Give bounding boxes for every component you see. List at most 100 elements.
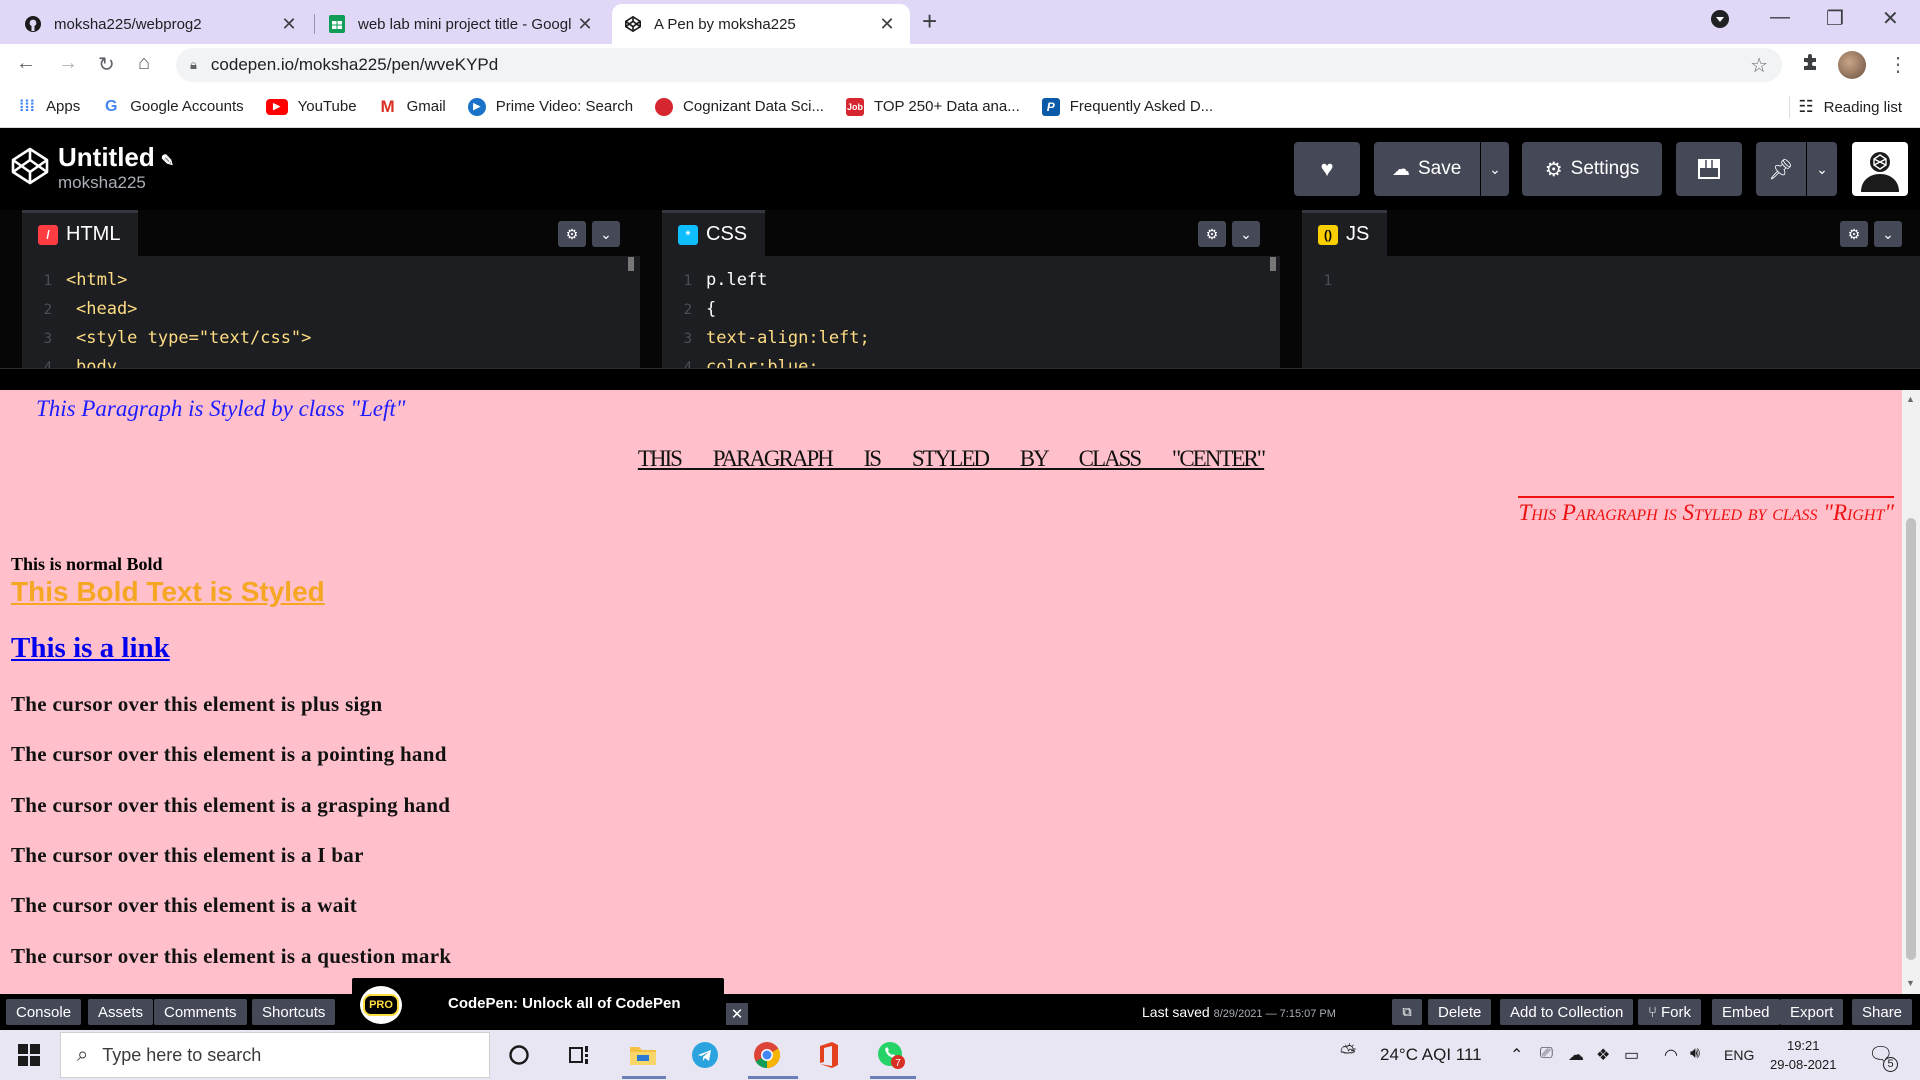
pane-collapse-button[interactable]: ⌄ <box>1874 221 1902 247</box>
add-to-collection-button[interactable]: Add to Collection <box>1500 999 1634 1025</box>
promo-close-icon[interactable]: ✕ <box>726 1003 748 1025</box>
cursor-text-text[interactable]: The cursor over this element is a I bar <box>11 843 364 868</box>
bookmark-faq[interactable]: P Frequently Asked D... <box>1041 97 1213 116</box>
assets-button[interactable]: Assets <box>88 999 154 1025</box>
weather-icon[interactable]: ⛅︎ <box>1340 1042 1356 1065</box>
bookmark-cognizant[interactable]: Cognizant Data Sci... <box>655 97 824 116</box>
cortana-icon[interactable] <box>502 1038 536 1072</box>
show-hidden-icons-chevron-up-icon[interactable]: ⌃ <box>1510 1045 1523 1065</box>
address-bar[interactable]: 🔒︎ codepen.io/moksha225/pen/wveKYPd ☆ <box>176 48 1782 82</box>
close-window-icon[interactable]: ✕ <box>1882 6 1899 31</box>
reload-icon[interactable]: ↻ <box>98 52 115 77</box>
home-icon[interactable]: ⌂ <box>138 52 150 75</box>
codepen-logo-icon[interactable] <box>10 146 50 186</box>
pin-button[interactable]: 📌︎ <box>1756 142 1806 196</box>
browser-tab-active[interactable]: A Pen by moksha225 ✕ <box>612 4 910 44</box>
close-tab-icon[interactable]: ✕ <box>574 14 596 35</box>
telegram-icon[interactable] <box>688 1038 722 1072</box>
dropbox-icon[interactable]: ❖ <box>1596 1045 1610 1065</box>
pane-settings-button[interactable]: ⚙ <box>1198 221 1226 247</box>
close-tab-icon[interactable]: ✕ <box>278 14 300 35</box>
layout-button[interactable] <box>1676 142 1742 196</box>
scroll-up-icon[interactable]: ▲ <box>1906 394 1915 404</box>
system-clock[interactable]: 19:21 29-08-2021 <box>1770 1036 1837 1074</box>
forward-icon[interactable]: → <box>58 52 78 75</box>
console-button[interactable]: Console <box>6 999 82 1025</box>
pro-promo-banner[interactable]: PRO CodePen: Unlock all of CodePen <box>352 978 724 1030</box>
battery-icon[interactable]: ▭ <box>1624 1045 1639 1065</box>
export-button[interactable]: Export <box>1780 999 1844 1025</box>
bookmark-star-icon[interactable]: ☆ <box>1750 53 1768 78</box>
task-view-icon[interactable] <box>564 1038 598 1072</box>
onedrive-icon[interactable]: ☁ <box>1568 1045 1584 1065</box>
settings-button[interactable]: ⚙ Settings <box>1522 142 1662 196</box>
pencil-icon[interactable]: ✎ <box>161 153 174 170</box>
bookmark-gmail[interactable]: M Gmail <box>379 97 445 116</box>
whatsapp-icon[interactable]: 7 <box>874 1038 908 1072</box>
office-icon[interactable] <box>812 1038 846 1072</box>
back-icon[interactable]: ← <box>16 52 36 75</box>
restore-icon[interactable]: ❐ <box>1826 6 1844 31</box>
browser-tab[interactable]: web lab mini project title - Googl ✕ <box>316 4 608 44</box>
minimize-icon[interactable]: — <box>1770 6 1790 29</box>
wifi-icon[interactable]: ◠ <box>1664 1045 1678 1065</box>
scrollbar-thumb[interactable] <box>1906 518 1916 960</box>
cursor-grab-text[interactable]: The cursor over this element is a graspi… <box>11 793 450 818</box>
weather-text[interactable]: 24°C AQI 111 <box>1380 1045 1482 1065</box>
browser-tab[interactable]: moksha225/webprog2 ✕ <box>12 4 312 44</box>
comments-button[interactable]: Comments <box>154 999 247 1025</box>
scroll-down-icon[interactable]: ▼ <box>1906 978 1915 988</box>
js-tab[interactable]: () JS <box>1302 210 1388 256</box>
bookmark-youtube[interactable]: ▶ YouTube <box>265 98 357 115</box>
fork-button[interactable]: ⑂ Fork <box>1638 999 1702 1025</box>
pane-settings-button[interactable]: ⚙ <box>1840 221 1868 247</box>
preview-scrollbar[interactable]: ▲ ▼ <box>1902 390 1920 994</box>
editor-scrollbar[interactable] <box>1270 257 1276 271</box>
cursor-wait-text[interactable]: The cursor over this element is a wait <box>11 893 357 918</box>
bookmark-top250[interactable]: Job TOP 250+ Data ana... <box>845 97 1020 116</box>
menu-kebab-icon[interactable]: ⋮ <box>1888 52 1908 77</box>
tab-search-icon[interactable] <box>1710 9 1730 35</box>
save-dropdown[interactable]: ⌄ <box>1481 142 1509 196</box>
chrome-icon[interactable] <box>750 1038 784 1072</box>
cursor-pointer-text[interactable]: The cursor over this element is a pointi… <box>11 742 447 767</box>
taskbar-search-box[interactable]: ⌕ Type here to search <box>60 1032 490 1078</box>
js-code[interactable]: 1 <box>1302 266 1920 295</box>
css-code[interactable]: 1p.left 2{ 3text-align:left; 4color:blue… <box>662 266 1280 382</box>
language-indicator[interactable]: ENG <box>1724 1047 1754 1063</box>
file-explorer-icon[interactable] <box>626 1038 660 1072</box>
love-button[interactable]: ♥ <box>1294 142 1360 196</box>
pane-settings-button[interactable]: ⚙ <box>558 221 586 247</box>
editor-scrollbar[interactable] <box>628 257 634 271</box>
volume-icon[interactable]: 🔊︎ <box>1690 1045 1700 1063</box>
meet-now-icon[interactable]: ⎚ <box>1540 1045 1553 1063</box>
windows-start-icon[interactable] <box>18 1044 40 1066</box>
open-external-button[interactable]: ⧉ <box>1392 999 1422 1025</box>
css-tab[interactable]: * CSS <box>662 210 766 256</box>
editor-resize-handle[interactable] <box>0 368 1920 390</box>
pane-collapse-button[interactable]: ⌄ <box>592 221 620 247</box>
bookmark-apps[interactable]: ⁞⁞⁞ Apps <box>18 98 80 116</box>
delete-button[interactable]: Delete <box>1428 999 1492 1025</box>
pen-title[interactable]: Untitled ✎ <box>58 142 174 173</box>
user-avatar[interactable] <box>1852 142 1908 196</box>
share-button[interactable]: Share <box>1852 999 1913 1025</box>
shortcuts-button[interactable]: Shortcuts <box>252 999 336 1025</box>
reading-list-button[interactable]: ☷ Reading list <box>1798 97 1902 117</box>
extensions-icon[interactable] <box>1800 52 1820 78</box>
new-tab-button[interactable]: + <box>922 6 937 37</box>
pen-author[interactable]: moksha225 <box>58 173 146 193</box>
html-tab[interactable]: / HTML <box>22 210 139 256</box>
preview-link[interactable]: This is a link <box>11 632 170 665</box>
close-tab-icon[interactable]: ✕ <box>876 14 898 35</box>
bookmark-prime-video[interactable]: ▶ Prime Video: Search <box>467 97 633 116</box>
html-code[interactable]: 1 <html> 2 <head> 3 <style type="text/css">… <box>22 266 640 382</box>
embed-button[interactable]: Embed <box>1712 999 1780 1025</box>
cursor-plus-text[interactable]: The cursor over this element is plus sig… <box>11 692 382 717</box>
save-button[interactable]: ☁ Save <box>1374 142 1480 196</box>
pane-collapse-button[interactable]: ⌄ <box>1232 221 1260 247</box>
bookmark-google-accounts[interactable]: G Google Accounts <box>102 98 244 116</box>
profile-avatar[interactable] <box>1838 51 1866 79</box>
cursor-help-text[interactable]: The cursor over this element is a questi… <box>11 944 451 969</box>
pin-dropdown[interactable]: ⌄ <box>1807 142 1837 196</box>
